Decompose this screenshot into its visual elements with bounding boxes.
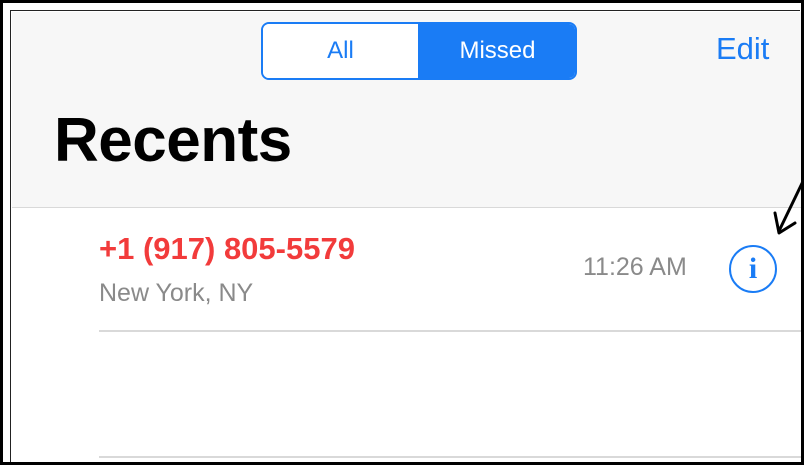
row-divider-bottom	[99, 456, 801, 458]
segment-missed[interactable]: Missed	[418, 24, 575, 78]
caller-number: +1 (917) 805-5579	[99, 231, 355, 266]
page-title: Recents	[54, 106, 292, 175]
info-icon[interactable]: i	[729, 245, 777, 293]
calls-filter-segmented-control: All Missed	[261, 22, 577, 80]
row-divider	[99, 330, 801, 332]
screenshot-frame: All Missed Edit Recents +1 (917) 805-557…	[0, 0, 804, 465]
edit-button[interactable]: Edit	[716, 31, 769, 67]
segment-all[interactable]: All	[263, 24, 418, 78]
call-time: 11:26 AM	[583, 253, 687, 281]
recent-call-row[interactable]: +1 (917) 805-5579 New York, NY 11:26 AM …	[12, 209, 801, 332]
caller-location: New York, NY	[99, 279, 254, 307]
